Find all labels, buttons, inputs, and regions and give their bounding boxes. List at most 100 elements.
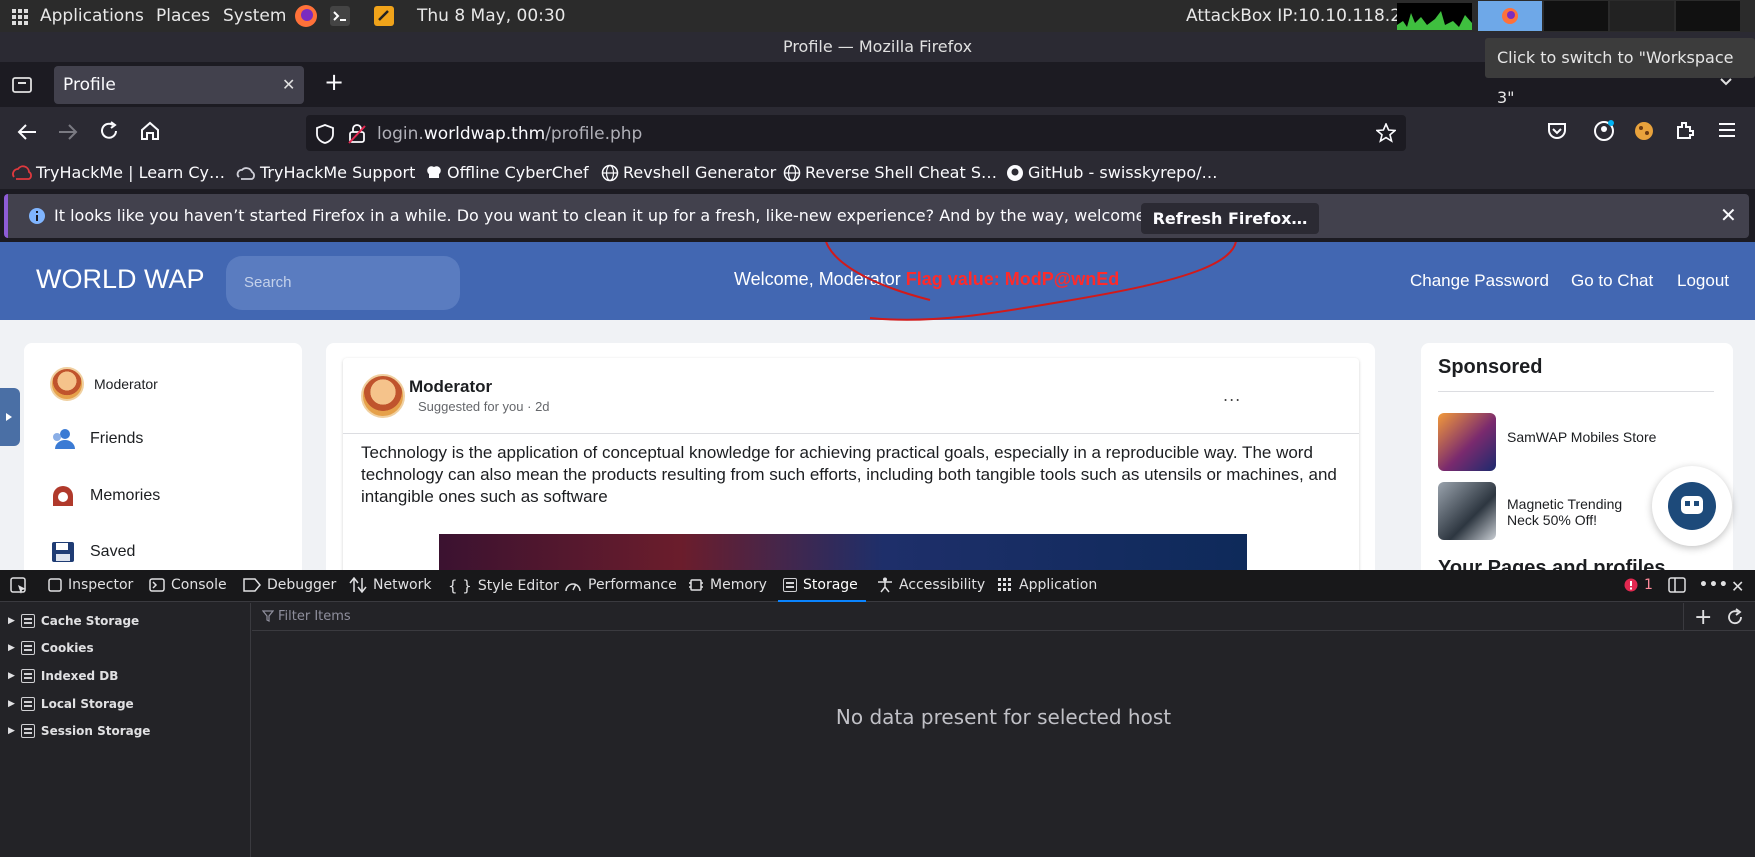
new-tab-icon[interactable]: + [324, 68, 344, 96]
red-annotation-circle [825, 242, 1237, 321]
refresh-firefox-button[interactable]: Refresh Firefox… [1141, 203, 1319, 234]
tab-label: Storage [803, 577, 858, 593]
extensions-icon[interactable] [1674, 119, 1696, 141]
bookmark-label: Offline CyberChef [447, 163, 589, 182]
places-menu[interactable]: Places [156, 6, 210, 26]
menu-icon[interactable] [1718, 121, 1738, 139]
firefox-launcher-icon[interactable] [294, 4, 318, 28]
bookmark-label: Reverse Shell Cheat S… [805, 163, 997, 182]
tab-console[interactable]: Console [149, 577, 227, 593]
tab-style-editor[interactable]: { } Style Editor [448, 577, 559, 595]
home-icon[interactable] [139, 120, 161, 142]
applications-menu[interactable]: Applications [40, 6, 144, 26]
clock[interactable]: Thu 8 May, 00:30 [417, 6, 566, 26]
apps-grid-icon[interactable] [12, 9, 28, 25]
url-text[interactable]: login.worldwap.thm/profile.php [377, 124, 642, 144]
side-panel-handle[interactable] [0, 388, 20, 446]
storage-icon [20, 614, 35, 628]
storage-icon [20, 724, 35, 738]
tab-inspector[interactable]: Inspector [48, 577, 133, 593]
bookmark-cyberchef[interactable]: Offline CyberChef [425, 163, 589, 182]
console-icon [149, 578, 165, 592]
close-devtools-icon[interactable]: ✕ [1731, 577, 1744, 596]
bookmark-label: GitHub - swisskyrepo/… [1028, 163, 1218, 182]
storage-icon [20, 669, 35, 683]
bookmark-revshell[interactable]: Revshell Generator [601, 163, 776, 182]
tree-local-storage[interactable]: ▶ Local Storage [8, 697, 134, 711]
devtools-panel: Inspector Console Debugger Network { } St… [0, 570, 1755, 857]
tab-debugger[interactable]: Debugger [243, 577, 336, 593]
filter-separator [1683, 603, 1684, 631]
tab-storage[interactable]: Storage [783, 577, 858, 593]
close-tab-icon[interactable]: ✕ [282, 66, 295, 104]
close-notification-icon[interactable]: ✕ [1720, 203, 1737, 227]
pocket-icon[interactable] [1546, 120, 1568, 142]
error-count: 1 [1644, 577, 1653, 593]
more-options-icon[interactable]: ••• [1699, 577, 1729, 593]
tree-cookies[interactable]: ▶ Cookies [8, 641, 94, 655]
expand-triangle-icon: ▶ [8, 671, 15, 681]
workspace-4[interactable] [1676, 1, 1740, 31]
braces-icon: { } [448, 577, 472, 595]
insecure-lock-icon[interactable] [348, 124, 366, 144]
devtools-toolbar: Inspector Console Debugger Network { } St… [0, 570, 1755, 602]
text-editor-launcher-icon[interactable] [373, 5, 395, 27]
add-item-icon[interactable]: + [1694, 605, 1712, 630]
bookmark-reverse-shell[interactable]: Reverse Shell Cheat S… [783, 163, 997, 182]
application-grid-icon [998, 578, 1011, 591]
debugger-icon [243, 578, 261, 592]
filter-funnel-icon [262, 610, 274, 622]
tab-label: Performance [588, 577, 677, 593]
element-picker-icon[interactable] [10, 577, 28, 595]
system-menu[interactable]: System [223, 6, 286, 26]
bookmark-label: TryHackMe | Learn Cy… [36, 163, 226, 182]
url-subdomain: login. [377, 124, 424, 144]
tab-label: Inspector [68, 577, 134, 593]
shield-icon[interactable] [316, 124, 334, 144]
refresh-items-icon[interactable] [1726, 608, 1744, 626]
tree-label: Local Storage [40, 697, 134, 711]
tree-session-storage[interactable]: ▶ Session Storage [8, 724, 150, 738]
play-arrow-icon [6, 413, 12, 421]
reload-icon[interactable] [98, 120, 120, 142]
notification-bar: It looks like you haven’t started Firefo… [4, 194, 1749, 238]
forward-icon[interactable] [57, 121, 79, 143]
storage-tree: ▶ Cache Storage ▶ Cookies ▶ Indexed DB ▶ Loc… [0, 603, 251, 857]
bookmark-tryhackme-support[interactable]: TryHackMe Support [236, 163, 415, 182]
back-icon[interactable] [16, 121, 38, 143]
empty-state-message: No data present for selected host [835, 705, 1172, 729]
terminal-launcher-icon[interactable] [329, 5, 351, 27]
tab-memory[interactable]: Memory [688, 577, 767, 593]
tree-cache-storage[interactable]: ▶ Cache Storage [8, 614, 139, 628]
expand-triangle-icon: ▶ [8, 616, 15, 626]
tab-accessibility[interactable]: Accessibility [877, 577, 985, 593]
firefox-view-icon[interactable] [12, 75, 32, 93]
error-icon [1624, 578, 1638, 592]
bookmark-star-icon[interactable] [1376, 123, 1396, 143]
expand-triangle-icon: ▶ [8, 643, 15, 653]
attackbox-ip: AttackBox IP:10.10.118.215 [1186, 6, 1423, 26]
performance-gauge-icon [565, 583, 581, 592]
workspace-2[interactable] [1544, 1, 1608, 31]
workspace-tooltip: Click to switch to "Workspace 3" [1485, 38, 1755, 107]
bookmark-tryhackme[interactable]: TryHackMe | Learn Cy… [12, 163, 225, 182]
bookmark-github[interactable]: GitHub - swisskyrepo/… [1006, 163, 1218, 182]
filter-items-input[interactable]: Filter Items [278, 609, 351, 624]
dock-options-icon[interactable] [1668, 577, 1686, 593]
tab-label: Console [171, 577, 227, 593]
tab-application[interactable]: Application [997, 577, 1097, 593]
inspector-icon [48, 578, 62, 592]
tab-network[interactable]: Network [349, 577, 431, 593]
tab-label: Network [373, 577, 432, 593]
error-counter[interactable]: 1 [1624, 577, 1653, 593]
workspace-1[interactable] [1478, 1, 1542, 31]
account-icon[interactable] [1592, 119, 1616, 143]
cloud-icon [236, 166, 255, 180]
tab-profile[interactable]: Profile ✕ [54, 66, 304, 104]
github-icon [1007, 164, 1023, 181]
tree-indexed-db[interactable]: ▶ Indexed DB [8, 669, 118, 683]
workspace-3[interactable] [1610, 1, 1674, 31]
extension-cookie-icon[interactable] [1632, 119, 1656, 143]
expand-triangle-icon: ▶ [8, 726, 15, 736]
tab-performance[interactable]: Performance [564, 577, 677, 593]
